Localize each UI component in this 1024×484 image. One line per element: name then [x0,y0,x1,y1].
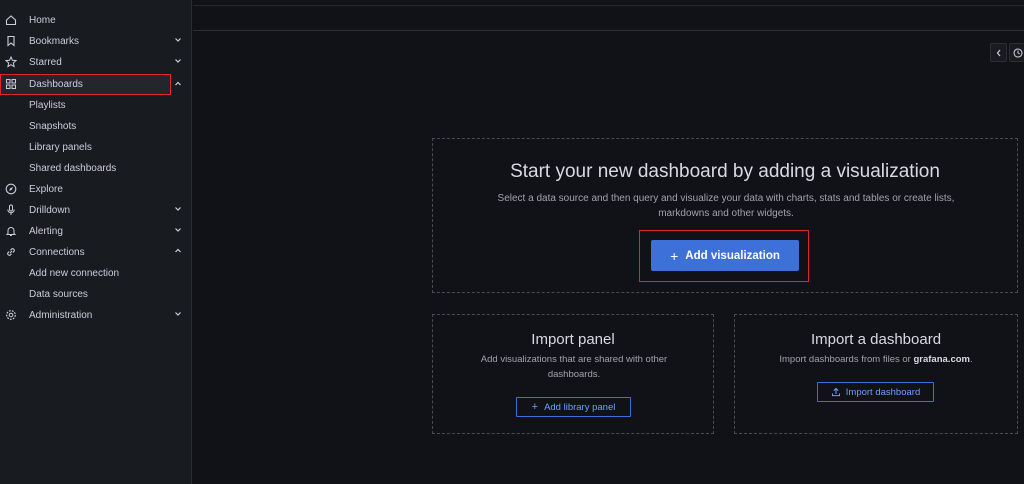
sidebar-item-label: Snapshots [29,121,77,132]
home-icon [5,15,17,26]
description-text: Import dashboards from files or [779,354,914,365]
import-dashboard-description: Import dashboards from files or grafana.… [735,353,1017,368]
cog-icon [6,310,16,320]
import-dashboard-button[interactable]: Import dashboard [817,382,934,402]
import-panel-description: Add visualizations that are shared with … [480,354,668,380]
bell-icon [5,227,17,236]
chevron-down-icon[interactable] [174,310,182,318]
sidebar-item-label: Home [29,15,56,26]
sidebar-item-label: Explore [29,184,63,195]
import-panel-card: Import panel Add visualizations that are… [432,314,714,434]
sidebar-item-label: Library panels [29,142,92,153]
sidebar-item-data-sources[interactable]: Data sources [0,284,192,305]
sidebar-item-explore[interactable]: Explore [0,179,192,200]
grafana-link[interactable]: grafana.com [913,354,970,365]
chevron-left-icon [996,49,1001,57]
sidebar: Home Bookmarks Starred Dashboards Playli… [0,0,192,484]
sidebar-item-label: Data sources [29,289,88,300]
sidebar-item-alerting[interactable]: Alerting [0,221,192,242]
sidebar-item-connections[interactable]: Connections [0,242,192,263]
chevron-up-icon[interactable] [174,80,182,88]
add-library-panel-button[interactable]: + Add library panel [516,397,631,417]
import-dashboard-label: Import dashboard [845,386,921,398]
chevron-down-icon[interactable] [174,57,182,65]
top-bar [193,0,1024,31]
import-panel-title: Import panel [531,331,615,348]
add-library-panel-label: Add library panel [544,401,616,413]
sidebar-item-label: Connections [29,247,85,258]
chevron-down-icon[interactable] [174,205,182,213]
microphone-icon [7,204,15,215]
link-icon [7,248,15,256]
sidebar-item-snapshots[interactable]: Snapshots [0,116,192,137]
page-title: Start your new dashboard by adding a vis… [510,161,940,182]
sidebar-item-label: Playlists [29,100,66,111]
sidebar-item-library-panels[interactable]: Library panels [0,137,192,158]
import-dashboard-card: Import a dashboard Import dashboards fro… [734,314,1018,434]
chevron-up-icon[interactable] [174,247,182,255]
sidebar-item-label: Shared dashboards [29,163,117,174]
sidebar-item-label: Add new connection [29,268,120,279]
clock-icon [1013,48,1023,58]
highlight-outline [639,230,809,282]
compass-icon [5,183,17,195]
star-icon [5,56,17,68]
chevron-down-icon[interactable] [174,226,182,234]
sidebar-item-label: Bookmarks [29,36,80,47]
main-description: Select a data source and then query and … [497,193,955,219]
sidebar-item-home[interactable]: Home [0,10,192,31]
chevron-down-icon[interactable] [174,36,182,44]
sidebar-item-label: Alerting [29,226,63,237]
collapse-button[interactable] [990,43,1007,62]
sidebar-item-starred[interactable]: Starred [0,52,192,73]
import-dashboard-title: Import a dashboard [810,331,942,348]
bookmark-icon [7,35,15,47]
plus-icon: + [531,401,539,413]
sidebar-item-bookmarks[interactable]: Bookmarks [0,31,192,52]
sidebar-item-administration[interactable]: Administration [0,305,192,326]
sidebar-item-drilldown[interactable]: Drilldown [0,200,192,221]
highlight-outline [0,74,171,95]
sidebar-item-playlists[interactable]: Playlists [0,95,192,116]
upload-icon [831,387,840,397]
sidebar-item-label: Starred [29,57,62,68]
time-picker-button[interactable] [1009,43,1024,62]
description-suffix: . [969,354,973,365]
sidebar-item-shared-dashboards[interactable]: Shared dashboards [0,158,192,179]
sidebar-item-add-new-connection[interactable]: Add new connection [0,263,192,284]
sidebar-item-label: Drilldown [29,205,71,216]
divider [193,5,1024,6]
sidebar-item-label: Administration [29,310,93,321]
